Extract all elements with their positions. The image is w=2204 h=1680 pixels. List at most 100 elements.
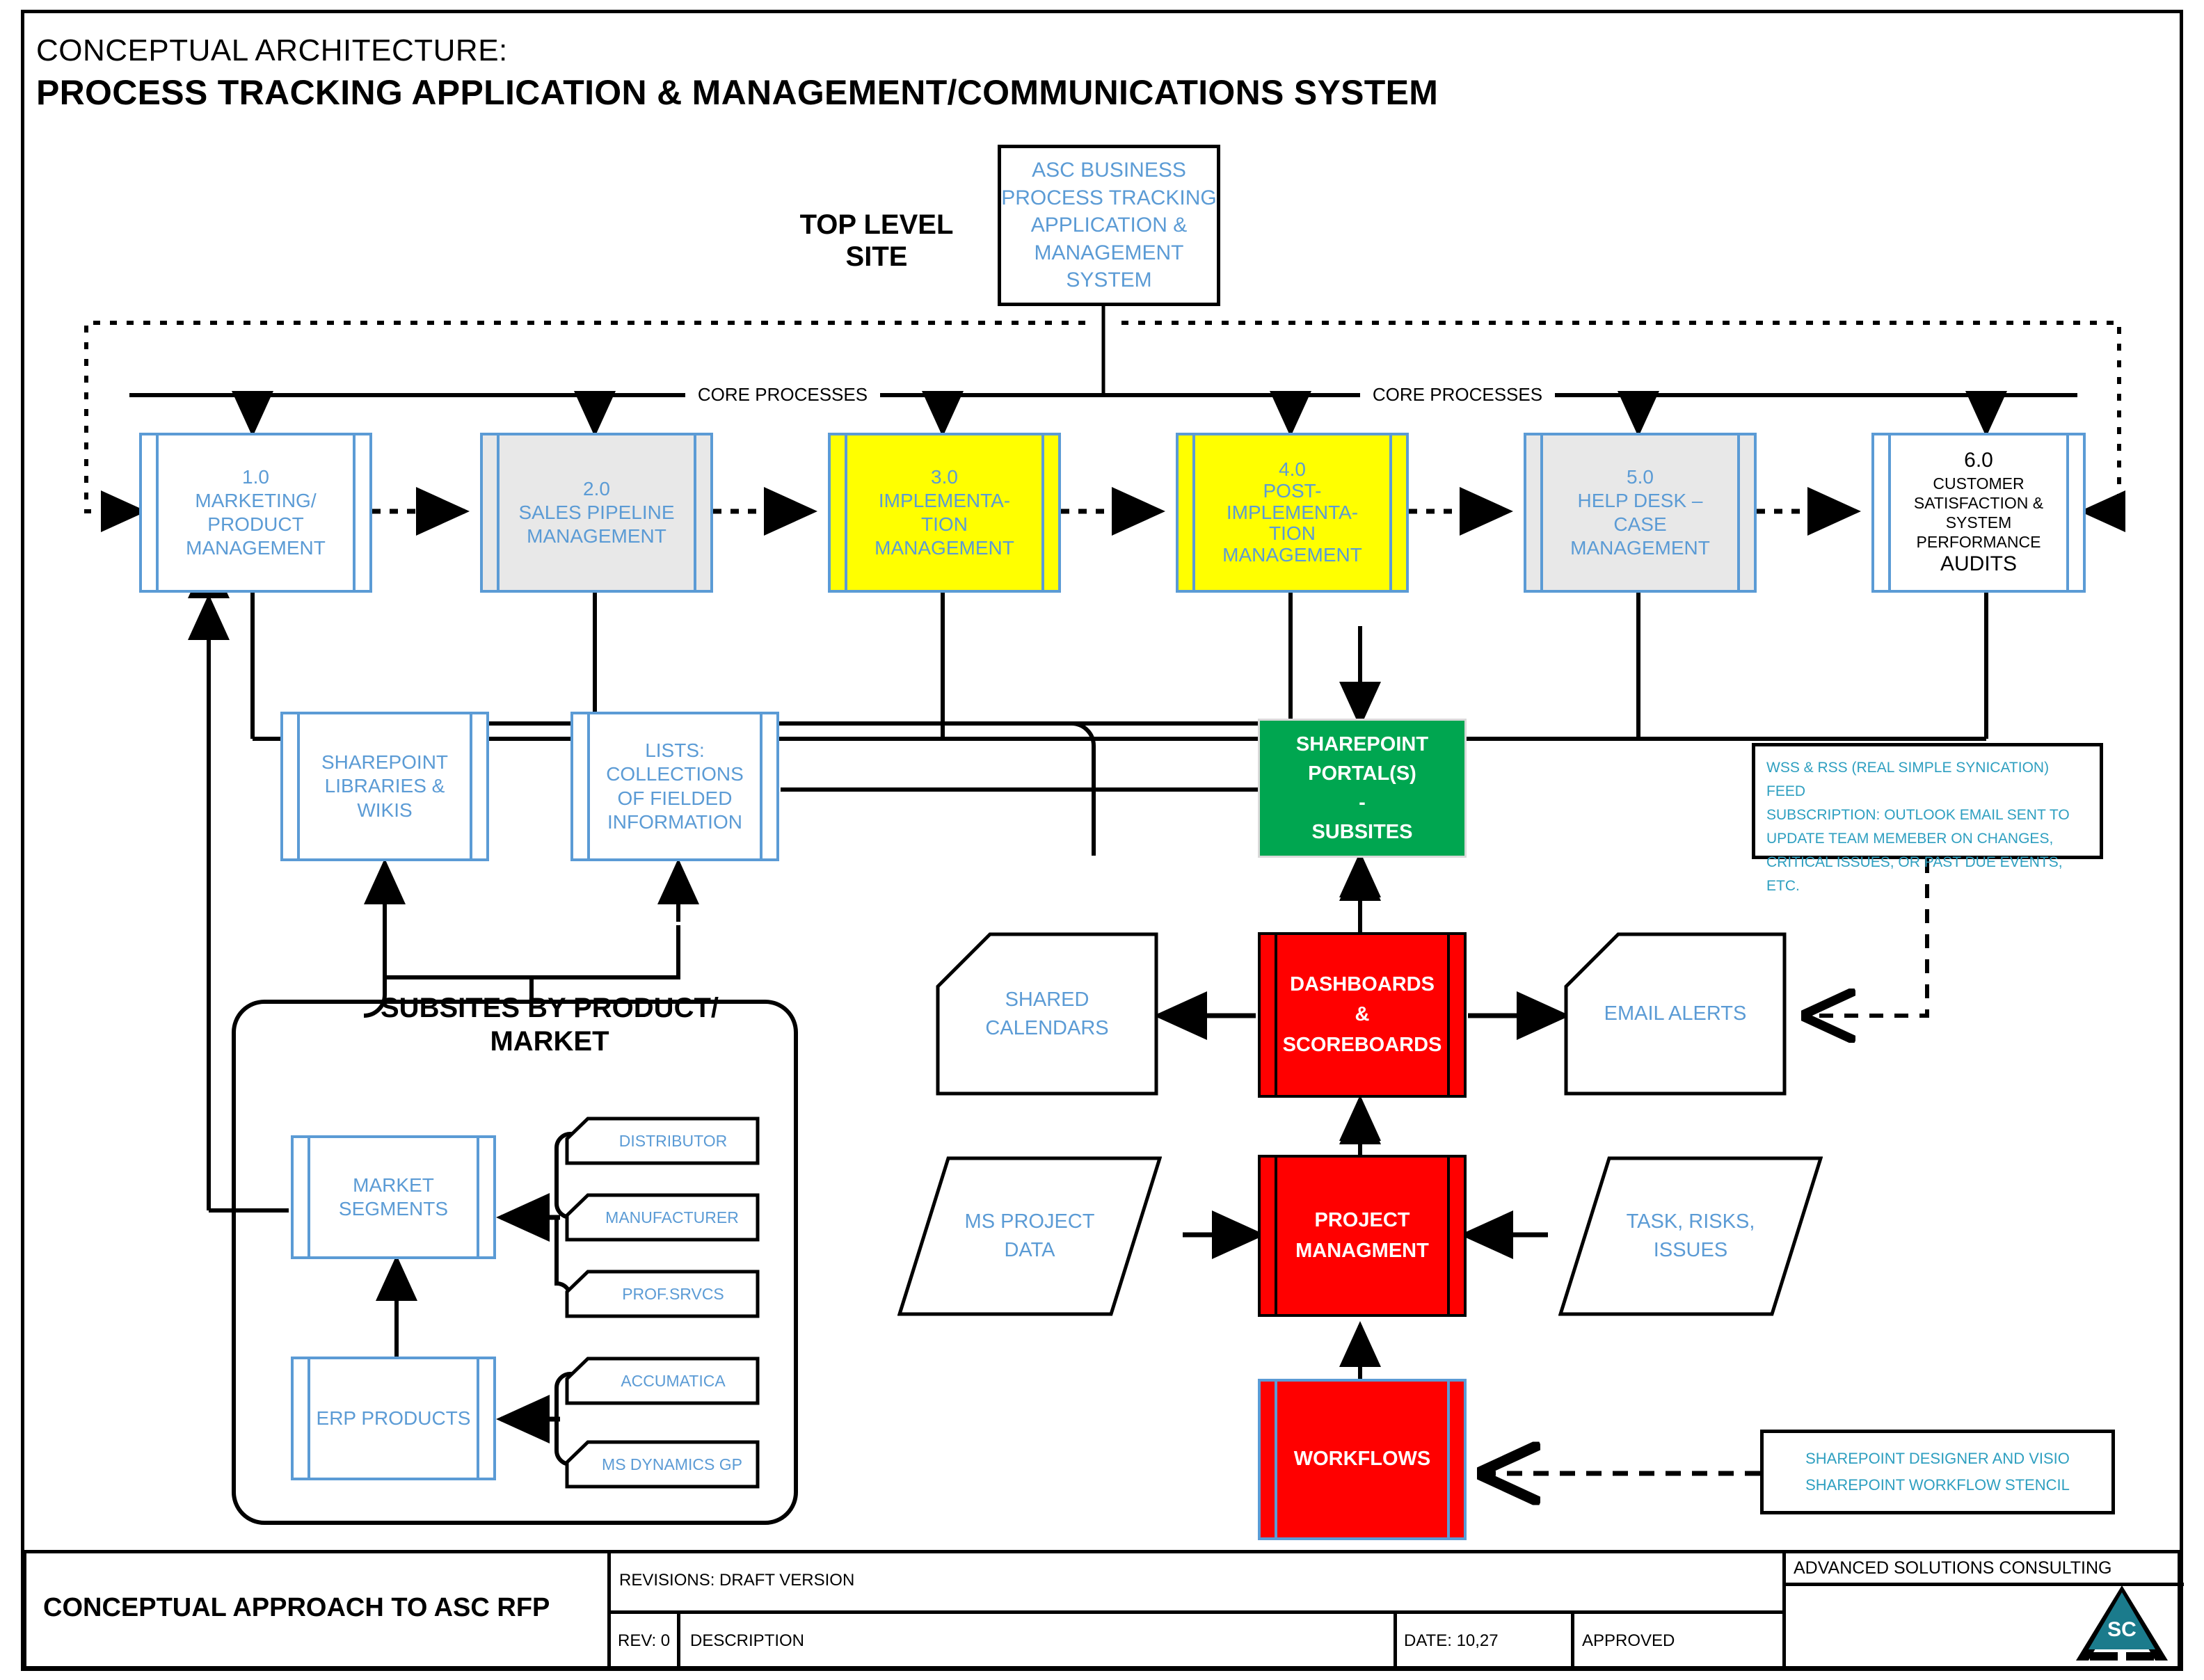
process-3-number: 3.0 <box>931 465 958 488</box>
page-title-line2: PROCESS TRACKING APPLICATION & MANAGEMEN… <box>36 73 1439 112</box>
process-box-5[interactable]: 5.0 HELP DESK – CASE MANAGEMENT <box>1524 433 1757 593</box>
erp-product-item-0-label: ACCUMATICA <box>621 1371 726 1390</box>
market-segment-item-distributor[interactable]: DISTRIBUTOR <box>565 1117 760 1165</box>
process-2-line-0: SALES PIPELINE <box>518 501 675 523</box>
market-segment-item-2-label: PROF.SRVCS <box>622 1284 724 1303</box>
shared-calendars-text: SHARED CALENDARS <box>936 932 1158 1096</box>
shared-calendars-node[interactable]: SHARED CALENDARS <box>936 932 1158 1096</box>
market-segment-item-manufacturer[interactable]: MANUFACTURER <box>565 1193 760 1242</box>
wss-rss-line-0: WSS & RSS (REAL SIMPLE SYNICATION) FEED <box>1766 760 2050 800</box>
ms-project-line-0: MS PROJECT <box>964 1210 1095 1233</box>
top-level-site-label-l1: TOP LEVEL <box>799 209 954 240</box>
diagram-canvas: CONCEPTUAL ARCHITECTURE: PROCESS TRACKIN… <box>0 0 2204 1680</box>
lists-line-3: INFORMATION <box>607 810 742 833</box>
title-block-divider-approved <box>1571 1610 1574 1670</box>
erp-product-item-msdynamics[interactable]: MS DYNAMICS GP <box>565 1440 760 1489</box>
wss-rss-line-1: SUBSCRIPTION: OUTLOOK EMAIL SENT TO <box>1766 807 2070 824</box>
process-5-line-2: MANAGEMENT <box>1570 537 1710 559</box>
process-4-line-2: TION <box>1269 522 1316 545</box>
title-block-divider-date <box>1394 1610 1397 1670</box>
sharepoint-libraries-node[interactable]: SHAREPOINT LIBRARIES & WIKIS <box>280 712 489 861</box>
sharepoint-libraries-line-2: WIKIS <box>357 799 413 821</box>
sharepoint-libraries-line-0: SHAREPOINT <box>321 751 449 774</box>
task-risks-line-1: ISSUES <box>1653 1239 1728 1261</box>
process-box-4[interactable]: 4.0 POST- IMPLEMENTA- TION MANAGEMENT <box>1176 433 1409 593</box>
top-node-line-4: SYSTEM <box>1066 269 1152 292</box>
title-block-divider-rev <box>677 1610 680 1670</box>
top-node-line-1: PROCESS TRACKING <box>1001 186 1217 209</box>
process-6-number: 6.0 <box>1964 449 1993 472</box>
process-5-line-1: CASE <box>1613 513 1667 535</box>
process-6-line-0: CUSTOMER <box>1933 474 2025 493</box>
market-segments-node[interactable]: MARKET SEGMENTS <box>291 1135 496 1259</box>
logo-text: SC <box>2107 1618 2137 1641</box>
task-risks-issues-node[interactable]: TASK, RISKS, ISSUES <box>1558 1156 1823 1316</box>
process-box-1[interactable]: 1.0 MARKETING/ PRODUCT MANAGEMENT <box>139 433 372 593</box>
market-segment-item-0-label: DISTRIBUTOR <box>618 1131 728 1150</box>
top-level-site-label-l2: SITE <box>845 241 908 272</box>
dashboards-scoreboards-node[interactable]: DASHBOARDS & SCOREBOARDS <box>1258 932 1467 1098</box>
subsites-label-l2: MARKET <box>490 1026 609 1057</box>
email-alerts-node[interactable]: EMAIL ALERTS <box>1564 932 1787 1096</box>
task-risks-line-0: TASK, RISKS, <box>1626 1210 1755 1233</box>
process-3-line-0: IMPLEMENTA- <box>878 489 1011 511</box>
market-segment-item-profsrvcs[interactable]: PROF.SRVCS <box>565 1270 760 1318</box>
email-alerts-label: EMAIL ALERTS <box>1604 1002 1747 1025</box>
top-node-line-0: ASC BUSINESS <box>1032 159 1186 182</box>
process-box-6[interactable]: 6.0 CUSTOMER SATISFACTION & SYSTEM PERFO… <box>1871 433 2086 593</box>
top-level-site-node[interactable]: ASC BUSINESS PROCESS TRACKING APPLICATIO… <box>998 145 1220 306</box>
workflows-label: WORKFLOWS <box>1293 1448 1431 1471</box>
process-3-line-2: MANAGEMENT <box>875 537 1014 559</box>
sharepoint-portal-node[interactable]: SHAREPOINT PORTAL(S) - SUBSITES <box>1258 719 1467 858</box>
lists-line-0: LISTS: <box>645 739 705 762</box>
rev-text: REV: 0 <box>618 1631 671 1650</box>
process-1-line-2: MANAGEMENT <box>186 537 326 559</box>
process-4-line-0: POST- <box>1263 479 1322 502</box>
process-6-line-4: AUDITS <box>1940 552 2017 576</box>
process-1-number: 1.0 <box>242 465 269 488</box>
designer-stencil-line-1: SHAREPOINT WORKFLOW STENCIL <box>1805 1476 2070 1494</box>
market-segments-line-1: SEGMENTS <box>338 1198 449 1219</box>
process-6-line-3: PERFORMANCE <box>1916 533 2041 552</box>
process-1-line-0: MARKETING/ <box>195 489 317 511</box>
project-management-line-0: PROJECT <box>1314 1209 1410 1231</box>
process-2-line-1: MANAGEMENT <box>527 525 666 547</box>
erp-products-node[interactable]: ERP PRODUCTS <box>291 1357 496 1480</box>
wss-rss-line-3: CRITICAL ISSUES, OR PAST DUE EVENTS, ETC… <box>1766 854 2063 895</box>
sharepoint-portal-line-1: PORTAL(S) <box>1308 762 1416 785</box>
title-block-divider-1 <box>607 1550 611 1670</box>
wss-rss-note: WSS & RSS (REAL SIMPLE SYNICATION) FEED … <box>1752 743 2103 894</box>
process-box-3[interactable]: 3.0 IMPLEMENTA- TION MANAGEMENT <box>828 433 1061 593</box>
dashboards-line-2: SCOREBOARDS <box>1282 1033 1442 1056</box>
process-box-2[interactable]: 2.0 SALES PIPELINE MANAGEMENT <box>480 433 713 593</box>
designer-stencil-note: SHAREPOINT DESIGNER AND VISIO SHAREPOINT… <box>1760 1430 2115 1514</box>
process-1-line-1: PRODUCT <box>207 513 304 535</box>
process-4-number: 4.0 <box>1279 458 1306 480</box>
approved-text: APPROVED <box>1582 1631 1675 1650</box>
sharepoint-portal-line-2: - <box>1359 792 1366 814</box>
market-segments-line-0: MARKET <box>353 1174 434 1196</box>
core-processes-label-right: CORE PROCESSES <box>1360 384 1555 406</box>
sharepoint-portal-line-3: SUBSITES <box>1311 821 1413 844</box>
workflows-node[interactable]: WORKFLOWS <box>1258 1379 1467 1540</box>
date-text: DATE: 10,27 <box>1404 1631 1499 1650</box>
top-node-line-3: MANAGEMENT <box>1034 241 1184 264</box>
lists-node[interactable]: LISTS: COLLECTIONS OF FIELDED INFORMATIO… <box>570 712 779 861</box>
process-6-line-1: SATISFACTION & <box>1913 493 2044 512</box>
dashboards-line-0: DASHBOARDS <box>1290 973 1435 995</box>
project-management-node[interactable]: PROJECT MANAGMENT <box>1258 1155 1467 1317</box>
process-3-line-1: TION <box>921 513 968 535</box>
subsites-by-product-label: SUBSITES BY PRODUCT/ MARKET <box>334 991 765 1058</box>
erp-product-item-accumatica[interactable]: ACCUMATICA <box>565 1357 760 1405</box>
top-level-site-label: TOP LEVEL SITE <box>790 209 964 273</box>
lists-line-1: COLLECTIONS <box>606 763 744 785</box>
process-5-number: 5.0 <box>1627 465 1654 488</box>
wss-rss-line-2: UPDATE TEAM MEMEBER ON CHANGES, <box>1766 831 2054 847</box>
shared-calendars-line-1: CALENDARS <box>985 1016 1109 1039</box>
ms-project-data-text: MS PROJECT DATA <box>925 1156 1134 1316</box>
revisions-text: REVISIONS: DRAFT VERSION <box>619 1571 855 1590</box>
ms-project-data-node[interactable]: MS PROJECT DATA <box>897 1156 1162 1316</box>
top-node-line-2: APPLICATION & <box>1030 214 1188 237</box>
task-risks-issues-text: TASK, RISKS, ISSUES <box>1586 1156 1795 1316</box>
erp-products-line-0: ERP PRODUCTS <box>316 1407 471 1429</box>
